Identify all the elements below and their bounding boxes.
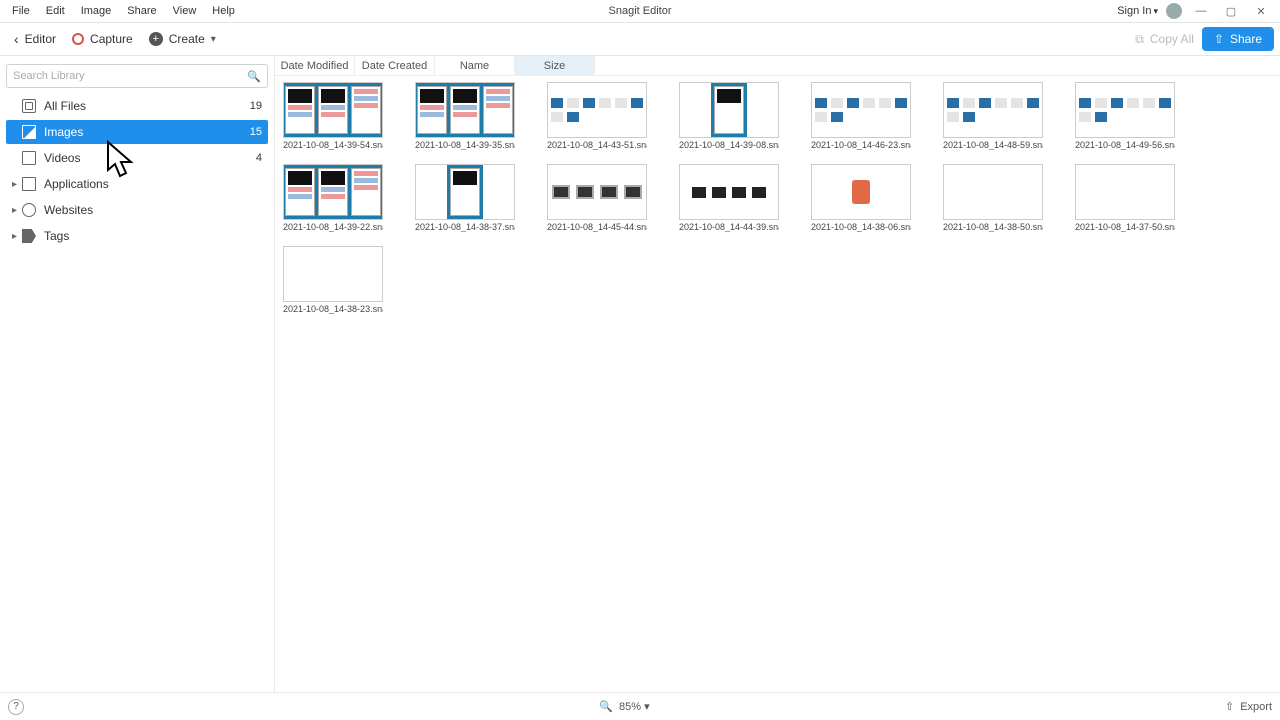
file-name: 2021-10-08_14-48-59.snagx (943, 140, 1043, 150)
copy-icon: ⧉ (1135, 32, 1144, 47)
minimize-button[interactable]: — (1190, 2, 1212, 20)
sort-name[interactable]: Name (435, 56, 515, 75)
sidebar: Search Library 🔍 All Files19 Images15 Vi… (0, 56, 275, 692)
thumbnail (679, 164, 779, 220)
file-name: 2021-10-08_14-39-22.snagx (283, 222, 383, 232)
thumbnail (547, 82, 647, 138)
file-name: 2021-10-08_14-37-50.snagx (1075, 222, 1175, 232)
thumbnail (415, 82, 515, 138)
share-icon: ⇧ (1214, 32, 1224, 46)
menu-share[interactable]: Share (119, 3, 164, 19)
share-button[interactable]: ⇧Share (1202, 27, 1274, 51)
editor-back-button[interactable]: ‹Editor (6, 27, 64, 51)
menu-help[interactable]: Help (204, 3, 243, 19)
file-name: 2021-10-08_14-49-56.snagx (1075, 140, 1175, 150)
zoom-search-icon[interactable]: 🔍 (599, 700, 613, 713)
sidebar-item-applications[interactable]: ▸ Applications (6, 172, 268, 196)
sort-date-created[interactable]: Date Created (355, 56, 435, 75)
thumbnail (415, 164, 515, 220)
export-icon: ⇧ (1225, 700, 1234, 713)
maximize-button[interactable]: ▢ (1220, 2, 1242, 20)
thumbnail (943, 164, 1043, 220)
file-item[interactable]: 2021-10-08_14-46-23.snagx (811, 82, 911, 150)
file-name: 2021-10-08_14-38-50.snagx (943, 222, 1043, 232)
file-item[interactable]: 2021-10-08_14-38-50.snagx (943, 164, 1043, 232)
file-name: 2021-10-08_14-39-35.snagx (415, 140, 515, 150)
sidebar-item-websites[interactable]: ▸ Websites (6, 198, 268, 222)
close-button[interactable]: ✕ (1250, 2, 1272, 20)
thumbnail (811, 164, 911, 220)
status-bar: ? 🔍 85% ▾ ⇧Export (0, 692, 1280, 720)
videos-icon (22, 151, 36, 165)
file-name: 2021-10-08_14-44-39.snagx (679, 222, 779, 232)
menubar: File Edit Image Share View Help Snagit E… (0, 0, 1280, 22)
file-item[interactable]: 2021-10-08_14-37-50.snagx (1075, 164, 1175, 232)
content-area: Date Modified Date Created Name Size 202… (275, 56, 1280, 692)
thumbnail (1075, 164, 1175, 220)
sidebar-item-tags[interactable]: ▸ Tags (6, 224, 268, 248)
help-button[interactable]: ? (8, 699, 24, 715)
thumbnail (547, 164, 647, 220)
websites-icon (22, 203, 36, 217)
create-button[interactable]: +Create▾ (141, 28, 224, 50)
zoom-level[interactable]: 85% ▾ (619, 700, 650, 713)
thumbnail (283, 246, 383, 302)
file-name: 2021-10-08_14-39-08.snagx (679, 140, 779, 150)
file-item[interactable]: 2021-10-08_14-44-39.snagx (679, 164, 779, 232)
all-files-icon (22, 99, 36, 113)
file-item[interactable]: 2021-10-08_14-38-06.snagx (811, 164, 911, 232)
file-item[interactable]: 2021-10-08_14-39-08.snagx (679, 82, 779, 150)
menu-image[interactable]: Image (73, 3, 120, 19)
sidebar-item-images[interactable]: Images15 (6, 120, 268, 144)
tags-icon (22, 229, 36, 243)
file-item[interactable]: 2021-10-08_14-38-37.snagx (415, 164, 515, 232)
sidebar-item-videos[interactable]: Videos4 (6, 146, 268, 170)
thumbnail (943, 82, 1043, 138)
file-item[interactable]: 2021-10-08_14-38-23.snagx (283, 246, 383, 314)
applications-icon (22, 177, 36, 191)
menu-file[interactable]: File (4, 3, 38, 19)
file-item[interactable]: 2021-10-08_14-45-44.snagx (547, 164, 647, 232)
file-item[interactable]: 2021-10-08_14-39-22.snagx (283, 164, 383, 232)
thumbnail (1075, 82, 1175, 138)
images-icon (22, 125, 36, 139)
file-name: 2021-10-08_14-38-06.snagx (811, 222, 911, 232)
sort-size[interactable]: Size (515, 56, 595, 75)
file-item[interactable]: 2021-10-08_14-43-51.snagx (547, 82, 647, 150)
sort-tabs: Date Modified Date Created Name Size (275, 56, 1280, 76)
sign-in-button[interactable]: Sign In▾ (1117, 5, 1158, 17)
app-title: Snagit Editor (609, 5, 672, 17)
file-item[interactable]: 2021-10-08_14-48-59.snagx (943, 82, 1043, 150)
thumbnail (679, 82, 779, 138)
thumbnail (811, 82, 911, 138)
menu-edit[interactable]: Edit (38, 3, 73, 19)
file-name: 2021-10-08_14-38-23.snagx (283, 304, 383, 314)
file-name: 2021-10-08_14-39-54.snagx (283, 140, 383, 150)
menu-view[interactable]: View (165, 3, 205, 19)
file-item[interactable]: 2021-10-08_14-49-56.snagx (1075, 82, 1175, 150)
file-name: 2021-10-08_14-46-23.snagx (811, 140, 911, 150)
thumbnail (283, 82, 383, 138)
thumbnail (283, 164, 383, 220)
sidebar-item-all-files[interactable]: All Files19 (6, 94, 268, 118)
file-name: 2021-10-08_14-45-44.snagx (547, 222, 647, 232)
export-button[interactable]: ⇧Export (1225, 700, 1272, 713)
file-item[interactable]: 2021-10-08_14-39-35.snagx (415, 82, 515, 150)
search-icon: 🔍 (247, 70, 261, 83)
file-item[interactable]: 2021-10-08_14-39-54.snagx (283, 82, 383, 150)
account-icon[interactable] (1166, 3, 1182, 19)
capture-button[interactable]: Capture (64, 28, 141, 50)
search-input[interactable]: Search Library 🔍 (6, 64, 268, 88)
file-name: 2021-10-08_14-43-51.snagx (547, 140, 647, 150)
file-name: 2021-10-08_14-38-37.snagx (415, 222, 515, 232)
copy-all-button[interactable]: ⧉Copy All (1127, 28, 1202, 51)
sort-date-modified[interactable]: Date Modified (275, 56, 355, 75)
toolbar: ‹Editor Capture +Create▾ ⧉Copy All ⇧Shar… (0, 22, 1280, 56)
